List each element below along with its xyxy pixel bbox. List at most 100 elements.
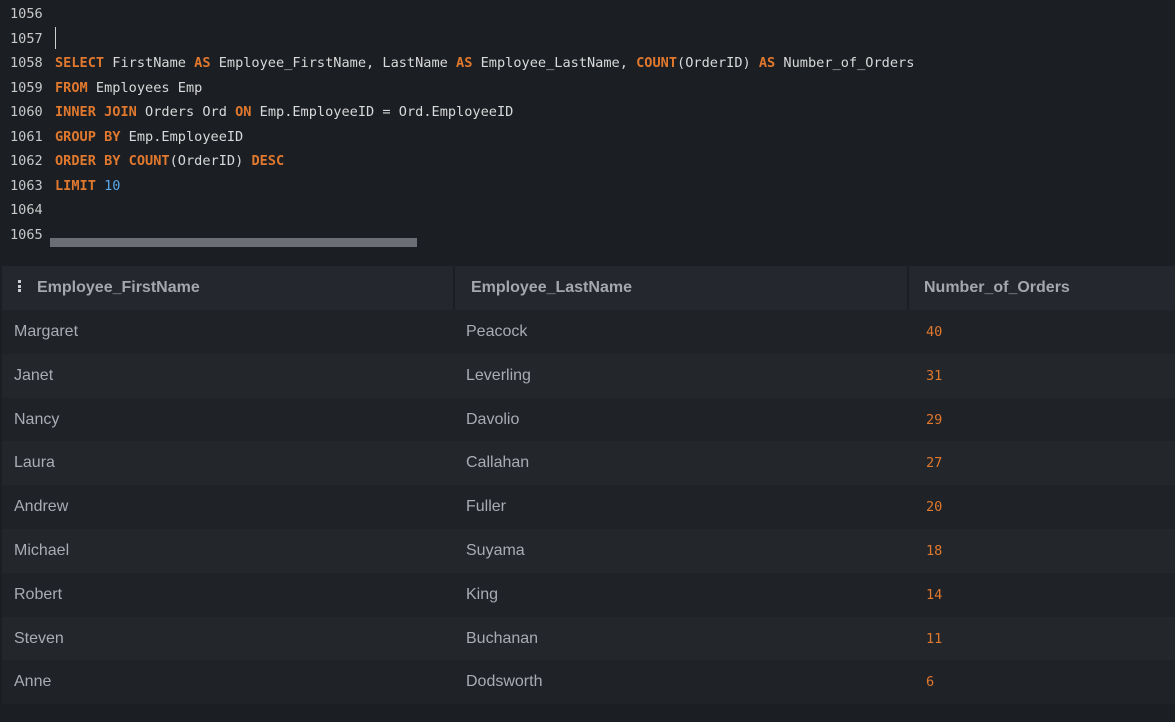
sql-text: (OrderID) [169,153,252,169]
sql-keyword: LIMIT [55,177,96,194]
line-number: 1061 [10,128,43,145]
line-number: 1058 [10,55,43,71]
code-line[interactable]: 1063 LIMIT 10 [0,174,1175,198]
cell-first-name[interactable]: Robert [14,573,62,617]
cell-number-of-orders[interactable]: 20 [926,485,942,529]
sql-keyword: SELECT [55,55,105,71]
sql-keyword: DESC [251,153,285,169]
sql-text: Emp.EmployeeID [120,128,244,145]
cell-first-name[interactable]: Janet [14,354,53,398]
cell-last-name[interactable]: Callahan [466,441,529,485]
cell-first-name[interactable]: Anne [14,660,51,704]
code-text: LIMIT 10 [55,174,120,198]
cell-first-name[interactable]: Nancy [14,398,59,442]
table-row[interactable]: Robert King 14 [2,572,1175,617]
sql-text: Orders Ord [136,104,236,120]
line-number: 1065 [10,226,43,243]
sql-text: Employee_FirstName, LastName [210,55,457,71]
line-number: 1060 [10,104,43,120]
code-line[interactable]: 1059 FROM Employees Emp [0,76,1175,100]
sql-text: Number_of_Orders [775,55,915,71]
cell-number-of-orders[interactable]: 29 [926,398,942,442]
cell-number-of-orders[interactable]: 14 [926,573,942,617]
cell-last-name[interactable]: Buchanan [466,617,538,661]
sql-text: Employees Emp [87,79,203,96]
results-header: Employee_FirstName Employee_LastName Num… [2,266,1175,310]
column-header-first-name[interactable]: Employee_FirstName [2,266,455,310]
cell-first-name[interactable]: Steven [14,617,64,661]
table-row[interactable]: Andrew Fuller 20 [2,485,1175,530]
line-number: 1064 [10,202,43,218]
line-number: 1062 [10,153,43,169]
sql-keyword: AS [758,55,776,71]
column-menu-icon[interactable] [18,280,21,292]
sql-keyword: BY [104,128,121,145]
cell-first-name[interactable]: Laura [14,441,55,485]
horizontal-scrollbar[interactable] [50,238,417,247]
table-row[interactable]: Janet Leverling 31 [2,353,1175,398]
table-row[interactable]: Margaret Peacock 40 [2,310,1175,354]
sql-editor[interactable]: 1065 1064 1063 LIMIT 10 1062 ORDER BY COUNT(O… [0,0,1175,248]
code-line[interactable]: 1061 GROUP BY Emp.EmployeeID [0,125,1175,149]
text-cursor [55,27,56,49]
cell-first-name[interactable]: Margaret [14,310,78,354]
sql-keyword: ON [235,104,252,120]
cell-number-of-orders[interactable]: 18 [926,529,942,573]
code-line[interactable]: 1062 ORDER BY COUNT(OrderID) DESC [0,149,1175,173]
code-line[interactable]: 1056 [0,2,1175,26]
code-line[interactable]: 1064 [0,198,1175,222]
sql-keyword: COUNT [128,153,170,169]
line-number: 1063 [10,177,43,194]
cell-last-name[interactable]: Leverling [466,354,531,398]
sql-keyword: JOIN [104,104,137,120]
cell-first-name[interactable]: Michael [14,529,69,573]
column-header-label: Employee_FirstName [37,279,200,296]
sql-keyword: COUNT [636,55,678,71]
code-text: ORDER BY COUNT(OrderID) DESC [55,149,284,173]
sql-keyword: INNER [55,104,96,120]
code-text: GROUP BY Emp.EmployeeID [55,125,243,149]
line-number: 1057 [10,30,43,47]
cell-last-name[interactable]: Suyama [466,529,525,573]
sql-keyword: ORDER [55,153,96,169]
table-row[interactable]: Michael Suyama 18 [2,529,1175,573]
column-header-label: Employee_LastName [471,279,632,296]
sql-keyword: BY [104,153,121,169]
cell-last-name[interactable]: Dodsworth [466,660,542,704]
table-row[interactable]: Anne Dodsworth 6 [2,660,1175,705]
cell-number-of-orders[interactable]: 27 [926,441,942,485]
cell-first-name[interactable]: Andrew [14,485,68,529]
sql-keyword: GROUP [55,128,96,145]
cell-number-of-orders[interactable]: 6 [926,660,934,704]
table-row[interactable]: Laura Callahan 27 [2,441,1175,486]
sql-text: FirstName [104,55,195,71]
cell-number-of-orders[interactable]: 11 [926,617,942,661]
sql-text: Employee_LastName, [472,55,637,71]
cell-last-name[interactable]: Peacock [466,310,527,354]
column-header-number-of-orders[interactable]: Number_of_Orders [909,266,1175,310]
table-row[interactable]: Steven Buchanan 11 [2,616,1175,661]
code-text: INNER JOIN Orders Ord ON Emp.EmployeeID … [55,100,513,124]
sql-keyword: AS [194,55,211,71]
code-text: SELECT FirstName AS Employee_FirstName, … [55,51,914,75]
sql-text: Emp.EmployeeID = Ord.EmployeeID [251,104,514,120]
table-row[interactable]: Nancy Davolio 29 [2,397,1175,442]
line-number: 1059 [10,79,43,96]
cell-last-name[interactable]: Davolio [466,398,519,442]
code-line[interactable]: 1060 INNER JOIN Orders Ord ON Emp.Employe… [0,100,1175,124]
code-text: FROM Employees Emp [55,76,202,100]
cell-number-of-orders[interactable]: 31 [926,354,942,398]
cell-last-name[interactable]: Fuller [466,485,506,529]
cell-last-name[interactable]: King [466,573,498,617]
line-number: 1056 [10,6,43,22]
column-header-last-name[interactable]: Employee_LastName [455,266,909,310]
cell-number-of-orders[interactable]: 40 [926,310,942,354]
code-line[interactable]: 1057 [0,27,1175,51]
sql-text: (OrderID) [677,55,759,71]
code-line[interactable]: 1058 SELECT FirstName AS Employee_FirstNa… [0,51,1175,75]
